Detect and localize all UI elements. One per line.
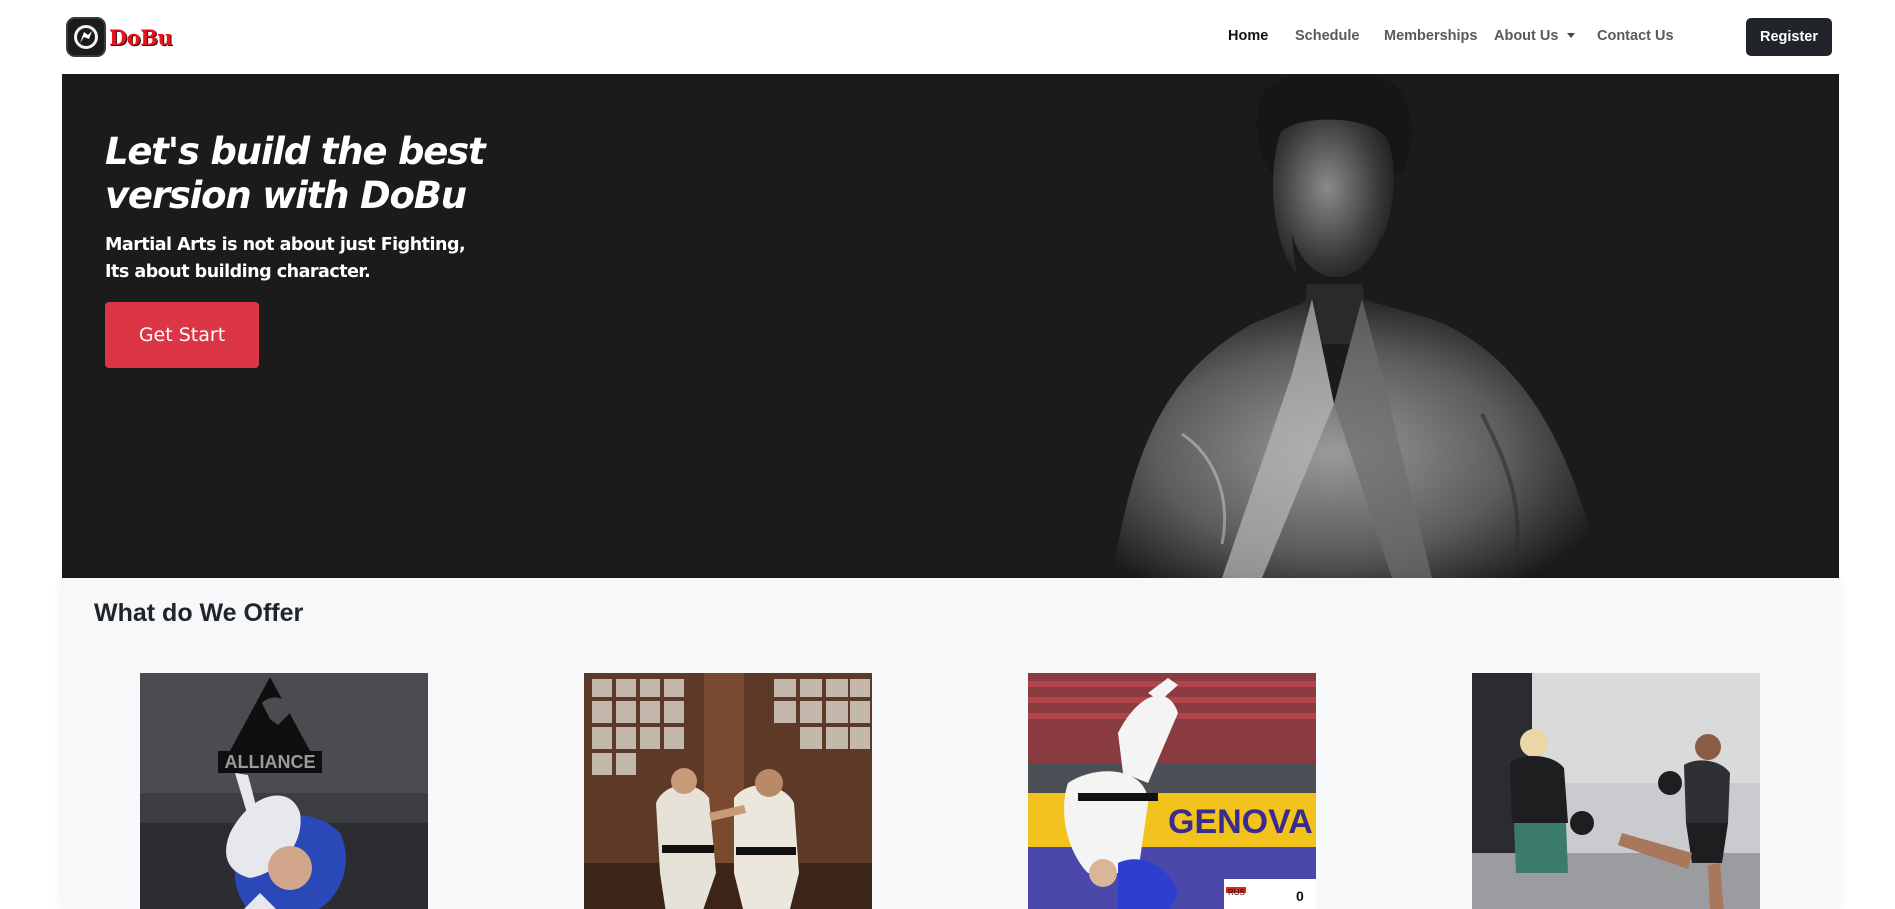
chevron-down-icon[interactable] [1567,33,1575,38]
nav-link-schedule[interactable]: Schedule [1295,28,1359,44]
offer-card-muay-thai[interactable] [1472,673,1760,909]
hero-martial-artist-image [962,74,1742,578]
nav-link-contact-us[interactable]: Contact Us [1597,28,1674,44]
nav-link-about-us[interactable]: About Us [1494,28,1558,44]
hero-subtitle-line-1: Martial Arts is not about just Fighting, [105,235,466,255]
offer-card-karate[interactable] [584,673,872,909]
navbar: DoBu Home Schedule Memberships About Us … [0,0,1895,74]
nav-link-memberships[interactable]: Memberships [1384,28,1477,44]
bjj-alliance-image: ALLIANCE [140,673,428,909]
card-3-banner-text: GENOVA [1168,803,1313,841]
register-button[interactable]: Register [1746,18,1832,56]
judo-competition-image: GENOVA RUS 0 [1028,673,1316,909]
karate-dojo-image [584,673,872,909]
card-3-scoreboard-score: 0 [1296,888,1304,904]
offer-card-bjj[interactable]: ALLIANCE [140,673,428,909]
offer-section-title: What do We Offer [94,599,304,627]
offer-section: What do We Offer ALLIANCE GENOVA RUS 0 [62,578,1839,909]
nav-link-home[interactable]: Home [1228,28,1268,44]
hero-banner: Let's build the best version with DoBu M… [62,74,1839,578]
card-3-scoreboard-country: RUS [1228,888,1245,897]
muay-thai-training-image [1472,673,1760,909]
hero-subtitle-line-2: Its about building character. [105,262,371,282]
hero-title: Let's build the best version with DoBu [105,130,486,217]
nav-links: Home Schedule Memberships About Us Conta… [0,28,1895,48]
offer-card-judo[interactable]: GENOVA RUS 0 [1028,673,1316,909]
card-1-banner-text: ALLIANCE [225,752,316,772]
get-start-button[interactable]: Get Start [105,302,259,368]
hero-subtitle: Martial Arts is not about just Fighting,… [105,232,505,286]
